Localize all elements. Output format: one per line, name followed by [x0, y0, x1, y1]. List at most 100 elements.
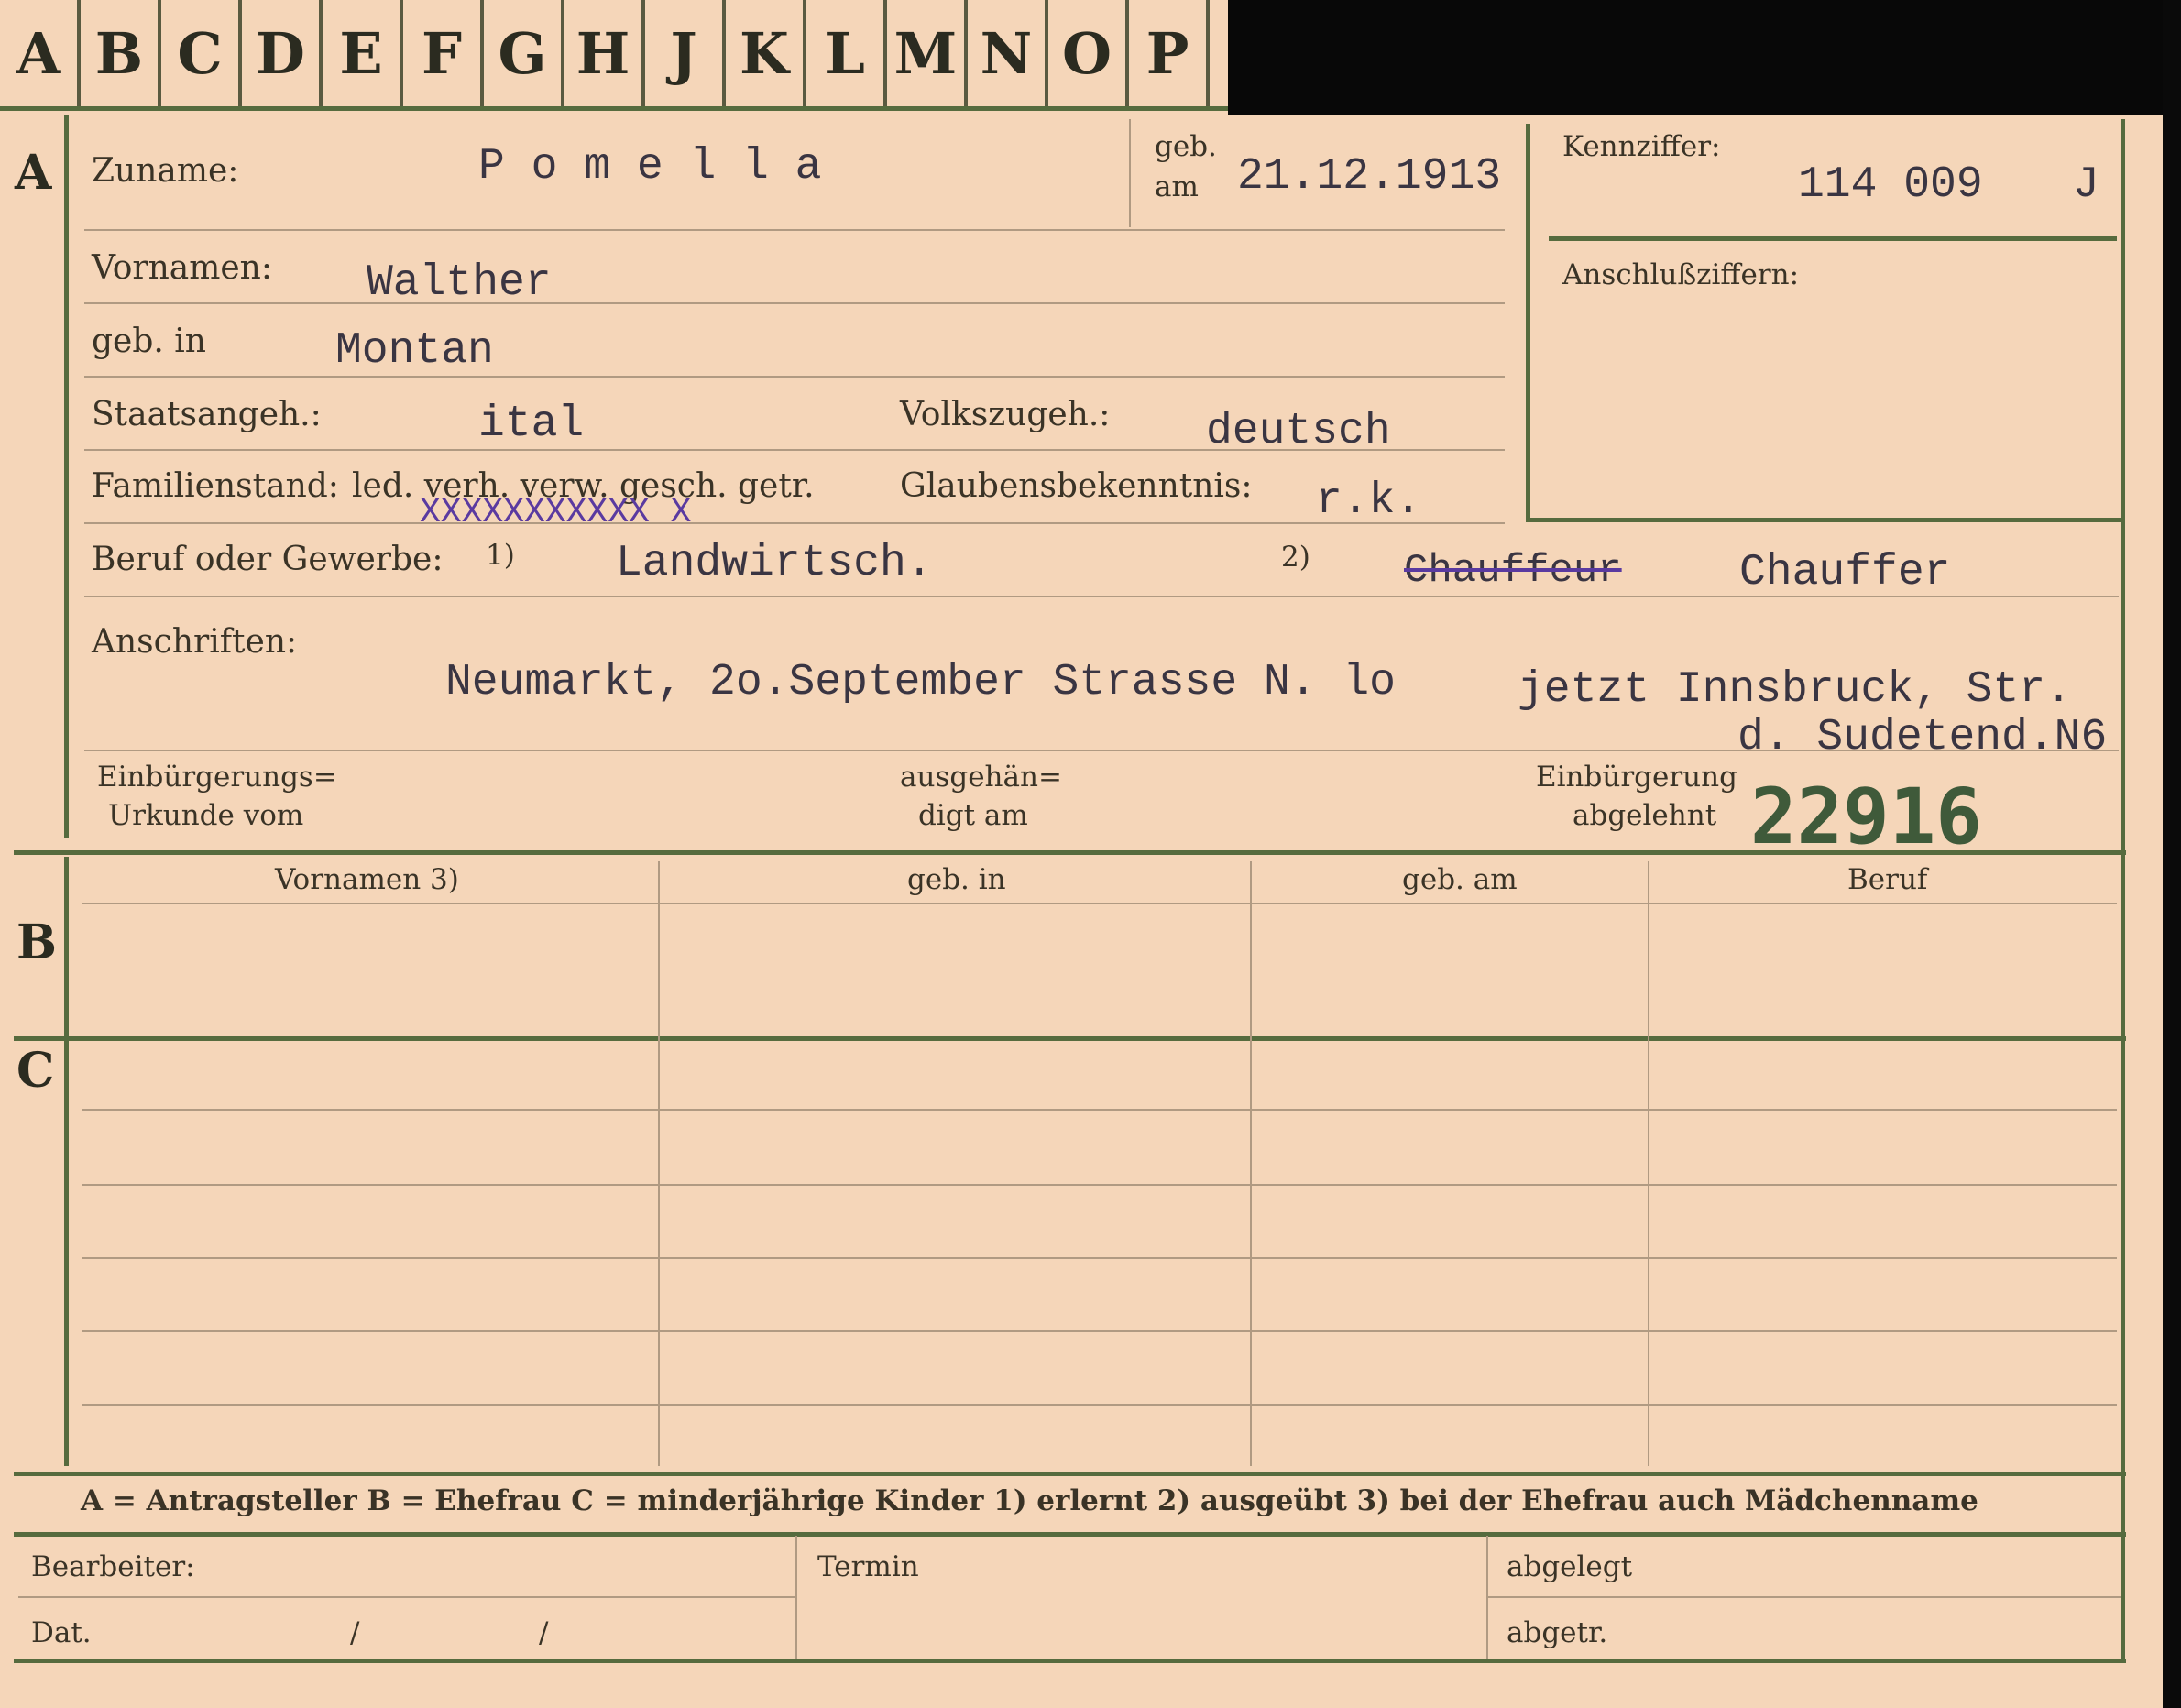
abgetr-label: abgetr.	[1507, 1616, 1608, 1649]
line-beruf	[84, 596, 2119, 597]
einbuergerungsurkunde-label-1: Einbürgerungs=	[97, 761, 337, 794]
rule-legend-bottom	[14, 1532, 2126, 1537]
line-vornamen	[84, 302, 1505, 304]
geb-am-divider	[1129, 119, 1131, 227]
am-label: am	[1155, 170, 1199, 203]
familienstand-label: Familienstand:	[92, 467, 339, 505]
tab-l[interactable]: L	[806, 0, 887, 106]
line-staatsangeh	[84, 449, 1505, 451]
col-divider-1	[658, 861, 660, 1466]
glauben-value[interactable]: r.k.	[1316, 476, 1421, 526]
col-header-geb-in: geb. in	[907, 863, 1006, 896]
col-header-vornamen: Vornamen 3)	[275, 863, 459, 896]
tab-p[interactable]: P	[1129, 0, 1210, 106]
tab-j[interactable]: J	[645, 0, 726, 106]
anschrift-line-1[interactable]: Neumarkt, 2o.September Strasse N. lo	[445, 658, 1396, 707]
geb-label: geb.	[1155, 130, 1217, 163]
rule-bottom	[14, 1659, 2126, 1663]
left-rule-a	[64, 115, 69, 838]
abgelegt-label: abgelegt	[1507, 1550, 1633, 1583]
col-header-geb-am: geb. am	[1402, 863, 1518, 896]
stamp-number: 22916	[1750, 772, 1982, 861]
vornamen-value[interactable]: Walther	[367, 258, 552, 308]
dat-label: Dat.	[31, 1616, 92, 1649]
index-tabs: A B C D E F G H J K L M N O P	[0, 0, 1228, 108]
staatsangeh-value[interactable]: ital	[478, 400, 584, 449]
bearbeiter-label: Bearbeiter:	[31, 1550, 195, 1583]
kennziffer-label: Kennziffer:	[1562, 130, 1721, 163]
date-slash-1: /	[350, 1616, 360, 1649]
left-rule-bc	[64, 857, 69, 1466]
rule-section-c	[14, 1036, 2126, 1041]
line-c-row-5	[82, 1404, 2117, 1406]
col-divider-2	[1250, 861, 1252, 1466]
geb-in-label: geb. in	[92, 323, 206, 360]
beruf-label: Beruf oder Gewerbe:	[92, 541, 444, 578]
anschrift-line-3[interactable]: d. Sudetend.N6	[1737, 713, 2107, 762]
tab-g[interactable]: G	[484, 0, 564, 106]
geb-in-value[interactable]: Montan	[335, 326, 494, 376]
einbuergerung-abgelehnt-label-2: abgelehnt	[1573, 799, 1717, 832]
kennziffer-box-left	[1526, 124, 1530, 522]
line-familienstand	[84, 522, 1505, 524]
ausgehaendigt-label-2: digt am	[918, 799, 1028, 832]
tab-e[interactable]: E	[323, 0, 403, 106]
line-anschriften	[84, 750, 2119, 751]
line-c-row-3	[82, 1257, 2117, 1259]
familienstand-crossout: XXXXXXXXXXX X	[420, 493, 692, 532]
footer-divider-1	[795, 1536, 797, 1659]
tab-c[interactable]: C	[161, 0, 242, 106]
right-rule	[2121, 119, 2125, 1659]
line-geb-in	[84, 376, 1505, 378]
line-b-header	[82, 903, 2117, 904]
tab-d[interactable]: D	[242, 0, 323, 106]
col-header-beruf: Beruf	[1847, 863, 1928, 896]
tab-rule	[0, 106, 1228, 111]
anschlussziffern-label: Anschlußziffern:	[1562, 258, 1800, 291]
birthdate-value[interactable]: 21.12.1913	[1237, 152, 1501, 202]
rule-legend-top	[14, 1472, 2126, 1476]
footnote-1: 1)	[486, 539, 515, 572]
beruf-ausgeuebt-value[interactable]: Chauffer	[1739, 548, 1950, 597]
staatsangeh-label: Staatsangeh.:	[92, 396, 322, 433]
anschrift-line-2[interactable]: jetzt Innsbruck, Str.	[1518, 665, 2072, 715]
vornamen-label: Vornamen:	[92, 249, 272, 287]
einbuergerung-abgelehnt-label-1: Einbürgerung	[1536, 761, 1737, 794]
tab-b[interactable]: B	[81, 0, 161, 106]
background-edge	[2163, 0, 2181, 1708]
beruf-erlernt-value[interactable]: Landwirtsch.	[616, 539, 933, 588]
kennziffer-value[interactable]: 114 009	[1798, 160, 1983, 210]
line-c-row-4	[82, 1330, 2117, 1332]
section-b-label: B	[16, 914, 57, 970]
ausgehaendigt-label-1: ausgehän=	[900, 761, 1062, 794]
line-zuname	[84, 229, 1505, 231]
kennziffer-rule	[1549, 236, 2117, 241]
section-a-label: A	[15, 145, 52, 201]
volkszugeh-label: Volkszugeh.:	[900, 396, 1111, 433]
zuname-value[interactable]: P o m e l l a	[478, 142, 821, 192]
anschriften-label: Anschriften:	[92, 623, 298, 661]
footnote-2: 2)	[1281, 541, 1310, 574]
kennziffer-box-bottom	[1526, 518, 2125, 522]
tab-f[interactable]: F	[403, 0, 484, 106]
line-c-row-1	[82, 1109, 2117, 1111]
tab-n[interactable]: N	[968, 0, 1048, 106]
glauben-label: Glaubensbekenntnis:	[900, 467, 1253, 505]
kennziffer-suffix[interactable]: J	[2073, 160, 2099, 210]
legend-text: A = Antragsteller B = Ehefrau C = minder…	[81, 1484, 1978, 1517]
background-corner	[1228, 0, 2181, 115]
line-c-row-2	[82, 1184, 2117, 1186]
termin-label: Termin	[817, 1550, 919, 1583]
line-abgelegt	[1488, 1596, 2121, 1598]
date-slash-2: /	[539, 1616, 549, 1649]
tab-m[interactable]: M	[887, 0, 968, 106]
tab-h[interactable]: H	[564, 0, 645, 106]
tab-a[interactable]: A	[0, 0, 81, 106]
zuname-label: Zuname:	[92, 152, 239, 190]
tab-o[interactable]: O	[1048, 0, 1129, 106]
col-divider-3	[1648, 861, 1649, 1466]
tab-k[interactable]: K	[726, 0, 806, 106]
line-bearbeiter	[18, 1596, 795, 1598]
einbuergerungsurkunde-label-2: Urkunde vom	[108, 799, 304, 832]
section-c-label: C	[16, 1043, 55, 1099]
